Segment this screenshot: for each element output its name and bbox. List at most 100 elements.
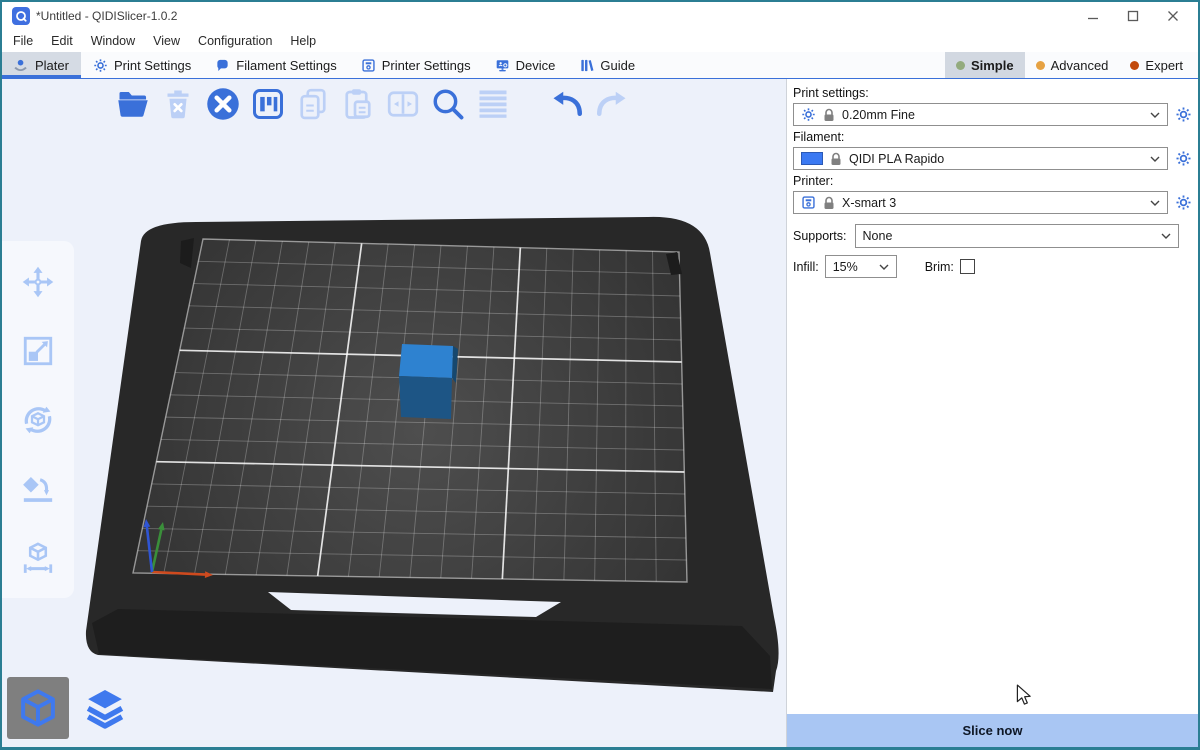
close-button[interactable] xyxy=(1166,9,1180,23)
place-on-face-icon xyxy=(21,472,55,506)
chevron-down-icon xyxy=(1161,233,1171,239)
paste-icon xyxy=(340,86,376,122)
rotate-tool-button[interactable] xyxy=(14,396,62,444)
expert-mode-dot-icon xyxy=(1130,61,1139,70)
tab-plater[interactable]: Plater xyxy=(2,52,81,78)
printer-gear-button[interactable] xyxy=(1174,193,1193,212)
measure-tool-button[interactable] xyxy=(14,534,62,582)
redo-button[interactable] xyxy=(593,85,631,123)
tab-label: Guide xyxy=(600,58,635,73)
chevron-down-icon xyxy=(1150,156,1160,162)
menu-bar: File Edit Window View Configuration Help xyxy=(2,30,1198,52)
mode-label: Advanced xyxy=(1051,58,1109,73)
menu-file[interactable]: File xyxy=(4,32,42,50)
chevron-down-icon xyxy=(879,264,889,270)
measure-icon xyxy=(21,541,55,575)
filament-select[interactable]: QIDI PLA Rapido xyxy=(793,147,1168,170)
filament-value: QIDI PLA Rapido xyxy=(849,152,944,166)
3d-editor-view-button[interactable] xyxy=(7,677,69,739)
undo-arrow-icon xyxy=(549,86,585,122)
printer-label: Printer: xyxy=(793,174,1193,188)
chevron-down-icon xyxy=(1150,200,1160,206)
tab-print-settings[interactable]: Print Settings xyxy=(81,52,203,78)
tab-printer-settings[interactable]: Printer Settings xyxy=(349,52,483,78)
delete-button[interactable] xyxy=(159,85,197,123)
layer-lines-icon xyxy=(475,86,511,122)
copy-icon xyxy=(295,86,331,122)
mode-simple[interactable]: Simple xyxy=(945,52,1025,78)
scale-icon xyxy=(21,334,55,368)
menu-configuration[interactable]: Configuration xyxy=(189,32,281,50)
menu-window[interactable]: Window xyxy=(82,32,144,50)
brim-checkbox[interactable] xyxy=(960,259,975,274)
open-file-button[interactable] xyxy=(114,85,152,123)
redo-arrow-icon xyxy=(594,86,630,122)
infill-value: 15% xyxy=(833,260,858,274)
printer-value: X-smart 3 xyxy=(842,196,896,210)
tab-device[interactable]: Device xyxy=(483,52,568,78)
mode-expert[interactable]: Expert xyxy=(1119,52,1194,78)
rotate-icon xyxy=(20,402,56,438)
mode-advanced[interactable]: Advanced xyxy=(1025,52,1120,78)
search-button[interactable] xyxy=(429,85,467,123)
trash-icon xyxy=(160,86,196,122)
gear-icon xyxy=(93,58,108,73)
lock-icon xyxy=(823,108,835,122)
3d-viewport[interactable] xyxy=(2,79,786,747)
maximize-button[interactable] xyxy=(1126,9,1140,23)
gear-icon xyxy=(1175,150,1192,167)
print-bed-scene[interactable] xyxy=(2,79,786,747)
open-folder-icon xyxy=(115,86,151,122)
print-settings-select[interactable]: 0.20mm Fine xyxy=(793,103,1168,126)
tab-label: Filament Settings xyxy=(236,58,336,73)
infill-select[interactable]: 15% xyxy=(825,255,897,278)
tab-guide[interactable]: Guide xyxy=(567,52,647,78)
tab-label: Printer Settings xyxy=(382,58,471,73)
filament-icon xyxy=(215,58,230,73)
preview-view-button[interactable] xyxy=(74,677,136,739)
infill-label: Infill: xyxy=(793,260,819,274)
variable-layer-height-button[interactable] xyxy=(474,85,512,123)
slice-now-button[interactable]: Slice now xyxy=(787,714,1198,747)
filament-gear-button[interactable] xyxy=(1174,149,1193,168)
undo-button[interactable] xyxy=(548,85,586,123)
search-icon xyxy=(430,86,466,122)
mode-label: Expert xyxy=(1145,58,1183,73)
menu-edit[interactable]: Edit xyxy=(42,32,82,50)
move-tool-button[interactable] xyxy=(14,258,62,306)
arrange-button[interactable] xyxy=(249,85,287,123)
layers-stack-icon xyxy=(82,685,128,731)
supports-label: Supports: xyxy=(793,229,847,243)
title-bar: *Untitled - QIDISlicer-1.0.2 xyxy=(2,2,1198,30)
scale-tool-button[interactable] xyxy=(14,327,62,375)
minimize-button[interactable] xyxy=(1086,9,1100,23)
tab-label: Print Settings xyxy=(114,58,191,73)
settings-panel: Print settings: 0.20mm Fine xyxy=(787,79,1198,747)
delete-all-icon xyxy=(205,86,241,122)
printer-icon xyxy=(361,58,376,73)
gear-icon xyxy=(1175,194,1192,211)
cube-3d-icon xyxy=(17,687,59,729)
lock-icon xyxy=(830,152,842,166)
menu-view[interactable]: View xyxy=(144,32,189,50)
tab-filament-settings[interactable]: Filament Settings xyxy=(203,52,348,78)
menu-help[interactable]: Help xyxy=(281,32,325,50)
window-title: *Untitled - QIDISlicer-1.0.2 xyxy=(36,9,177,23)
supports-select[interactable]: None xyxy=(855,224,1179,248)
app-window: *Untitled - QIDISlicer-1.0.2 File Edit W… xyxy=(0,0,1200,750)
paste-button[interactable] xyxy=(339,85,377,123)
object-tools-panel xyxy=(2,241,74,598)
mode-selector: Simple Advanced Expert xyxy=(945,52,1198,78)
split-view-button[interactable] xyxy=(384,85,422,123)
copy-button[interactable] xyxy=(294,85,332,123)
advanced-mode-dot-icon xyxy=(1036,61,1045,70)
print-settings-gear-button[interactable] xyxy=(1174,105,1193,124)
place-on-face-tool-button[interactable] xyxy=(14,465,62,513)
print-settings-value: 0.20mm Fine xyxy=(842,108,915,122)
main-content: Print settings: 0.20mm Fine xyxy=(2,79,1198,747)
viewport-toolbar xyxy=(114,85,631,123)
device-icon xyxy=(495,58,510,73)
printer-select[interactable]: X-smart 3 xyxy=(793,191,1168,214)
delete-all-button[interactable] xyxy=(204,85,242,123)
guide-books-icon xyxy=(579,58,594,73)
